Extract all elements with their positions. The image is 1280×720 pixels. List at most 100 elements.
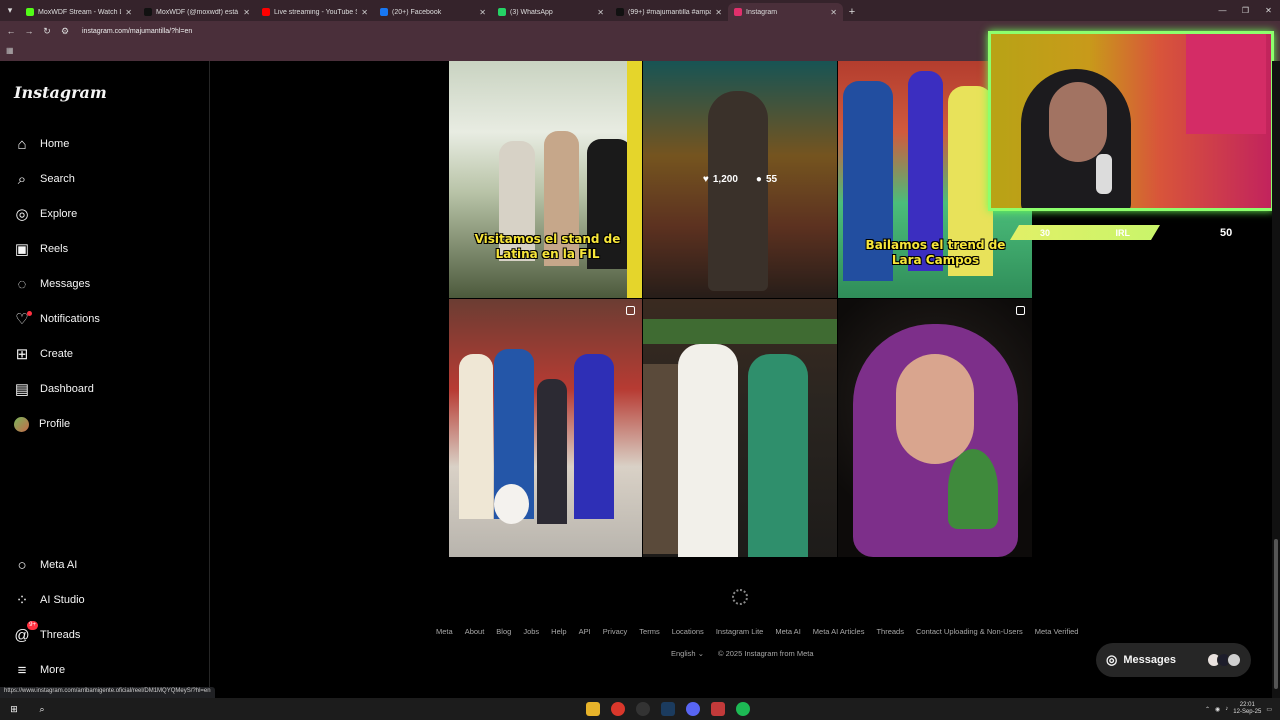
notification-center-icon[interactable]: ▭ bbox=[1266, 706, 1272, 713]
app-icon[interactable] bbox=[686, 702, 700, 716]
footer-link[interactable]: Locations bbox=[672, 627, 704, 636]
webcam-overlay bbox=[988, 31, 1274, 211]
taskbar-search-icon[interactable]: ⌕ bbox=[35, 702, 49, 716]
sidebar-item-dashboard[interactable]: ▤ Dashboard bbox=[14, 378, 94, 400]
tab-close-icon[interactable]: ✕ bbox=[597, 8, 604, 17]
file-explorer-icon[interactable] bbox=[586, 702, 600, 716]
carousel-icon bbox=[1016, 306, 1025, 315]
footer-link[interactable]: Help bbox=[551, 627, 566, 636]
stream-hud-bar: 30 IRL bbox=[1010, 225, 1160, 240]
footer-link[interactable]: Instagram Lite bbox=[716, 627, 764, 636]
post-tile[interactable]: ♥ 1,200 ● 55 bbox=[643, 61, 837, 298]
sidebar-item-search[interactable]: ⌕ Search bbox=[14, 168, 75, 190]
obs-icon[interactable] bbox=[636, 702, 650, 716]
footer-link[interactable]: About bbox=[465, 627, 485, 636]
sidebar-item-notifications[interactable]: ♡ Notifications bbox=[14, 308, 100, 330]
chrome-icon[interactable] bbox=[611, 702, 625, 716]
like-count: 1,200 bbox=[712, 174, 738, 185]
site-info-icon[interactable]: ⚙ bbox=[58, 24, 72, 38]
footer-link[interactable]: Meta bbox=[436, 627, 453, 636]
tab-label: (20+) Facebook bbox=[392, 8, 442, 16]
spotify-icon[interactable] bbox=[736, 702, 750, 716]
browser-tab[interactable]: (20+) Facebook ✕ bbox=[374, 3, 492, 21]
tab-close-icon[interactable]: ✕ bbox=[243, 8, 250, 17]
windows-taskbar: ⊞ ⌕ ⌃ ◉ ♪ 22:01 12-Sep-25 ▭ bbox=[0, 698, 1280, 720]
footer-link[interactable]: Contact Uploading & Non-Users bbox=[916, 627, 1023, 636]
footer-link[interactable]: Meta Verified bbox=[1035, 627, 1079, 636]
sidebar-item-create[interactable]: ⊞ Create bbox=[14, 343, 73, 365]
tab-favicon-icon bbox=[498, 8, 506, 16]
clock[interactable]: 22:01 12-Sep-25 bbox=[1233, 702, 1261, 716]
sidebar-item-more[interactable]: ≡ More bbox=[14, 659, 65, 681]
sidebar-item-label: Reels bbox=[40, 243, 69, 255]
post-tile[interactable] bbox=[449, 299, 642, 557]
messages-pill-label: Messages bbox=[1123, 654, 1176, 666]
notification-badge: 9+ bbox=[27, 621, 38, 630]
messenger-icon: ◎ bbox=[1106, 652, 1118, 667]
network-icon[interactable]: ◉ bbox=[1215, 706, 1220, 713]
sidebar-item-threads[interactable]: @9+ Threads bbox=[14, 621, 80, 646]
tab-close-icon[interactable]: ✕ bbox=[125, 8, 132, 17]
sidebar-item-explore[interactable]: ◎ Explore bbox=[14, 203, 77, 225]
new-tab-button[interactable]: + bbox=[843, 3, 861, 21]
system-tray: ⌃ ◉ ♪ 22:01 12-Sep-25 ▭ bbox=[1205, 698, 1272, 720]
footer-link[interactable]: API bbox=[579, 627, 591, 636]
url-field[interactable]: instagram.com/majumantilla/?hl=en bbox=[82, 28, 192, 35]
windows-start-icon[interactable]: ⊞ bbox=[7, 702, 21, 716]
footer-link[interactable]: Threads bbox=[876, 627, 904, 636]
sidebar-item-meta-ai[interactable]: ○ Meta AI bbox=[14, 554, 77, 576]
footer-link[interactable]: Blog bbox=[496, 627, 511, 636]
footer-link[interactable]: Terms bbox=[639, 627, 659, 636]
sidebar-item-profile[interactable]: Profile bbox=[14, 413, 70, 435]
sidebar-item-home[interactable]: ⌂ Home bbox=[14, 133, 69, 155]
tab-favicon-icon bbox=[380, 8, 388, 16]
sidebar-item-label: AI Studio bbox=[40, 594, 85, 606]
instagram-logo[interactable]: Instagram bbox=[14, 83, 107, 102]
browser-tab[interactable]: Live streaming - YouTube Studio ✕ bbox=[256, 3, 374, 21]
tab-label: (3) WhatsApp bbox=[510, 8, 553, 16]
back-icon[interactable]: ← bbox=[4, 24, 18, 38]
discord-icon[interactable] bbox=[711, 702, 725, 716]
sidebar-item-label: Profile bbox=[39, 418, 71, 430]
close-window-icon[interactable]: ✕ bbox=[1257, 0, 1280, 21]
footer-link[interactable]: Meta AI bbox=[775, 627, 800, 636]
comment-icon: ● bbox=[755, 174, 762, 185]
sidebar-item-reels[interactable]: ▣ Reels bbox=[14, 238, 68, 260]
forward-icon[interactable]: → bbox=[22, 24, 36, 38]
messages-pill[interactable]: ◎ Messages bbox=[1096, 643, 1251, 677]
loading-spinner bbox=[732, 589, 748, 605]
tab-favicon-icon bbox=[26, 8, 34, 16]
post-tile[interactable] bbox=[643, 299, 837, 557]
footer-link[interactable]: Meta AI Articles bbox=[813, 627, 865, 636]
tab-close-icon[interactable]: ✕ bbox=[479, 8, 486, 17]
steam-icon[interactable] bbox=[661, 702, 675, 716]
minimize-icon[interactable]: — bbox=[1211, 0, 1234, 21]
maximize-icon[interactable]: ❐ bbox=[1234, 0, 1257, 21]
language-selector[interactable]: English ⌄ bbox=[671, 649, 704, 658]
footer-link[interactable]: Privacy bbox=[603, 627, 628, 636]
footer-link[interactable]: Jobs bbox=[523, 627, 539, 636]
post-tile[interactable] bbox=[838, 299, 1032, 557]
post-tile[interactable]: Visitamos el stand de Latina en la FIL bbox=[449, 61, 642, 298]
sidebar-item-label: Dashboard bbox=[40, 383, 94, 395]
browser-tab[interactable]: MoxWDF Stream - Watch Live ✕ bbox=[20, 3, 138, 21]
browser-tab[interactable]: (3) WhatsApp ✕ bbox=[492, 3, 610, 21]
page-scrollbar[interactable] bbox=[1272, 61, 1280, 698]
carousel-icon bbox=[626, 306, 635, 315]
volume-icon[interactable]: ♪ bbox=[1225, 706, 1228, 712]
tray-chevron-icon[interactable]: ⌃ bbox=[1205, 706, 1210, 713]
browser-tab[interactable]: (99+) #majumantilla #ampay #✕ bbox=[610, 3, 728, 21]
tab-close-icon[interactable]: ✕ bbox=[361, 8, 368, 17]
sidebar-item-label: Search bbox=[40, 173, 75, 185]
tab-close-icon[interactable]: ✕ bbox=[715, 8, 722, 17]
tab-label: Live streaming - YouTube Studio bbox=[274, 8, 357, 16]
sidebar-item-ai-studio[interactable]: ⁘ AI Studio bbox=[14, 589, 85, 611]
browser-tab[interactable]: MoxWDF (@moxwdf) está en ✕ bbox=[138, 3, 256, 21]
tab-favicon-icon bbox=[262, 8, 270, 16]
sidebar-item-messages[interactable]: ◌ Messages bbox=[14, 273, 91, 295]
reload-icon[interactable]: ↻ bbox=[40, 24, 54, 38]
tab-close-icon[interactable]: ✕ bbox=[830, 8, 837, 17]
tab-search-icon[interactable]: ▾ bbox=[0, 0, 20, 21]
apps-grid-icon[interactable]: ▦ bbox=[6, 46, 14, 55]
browser-tab[interactable]: Instagram ✕ bbox=[728, 3, 843, 21]
